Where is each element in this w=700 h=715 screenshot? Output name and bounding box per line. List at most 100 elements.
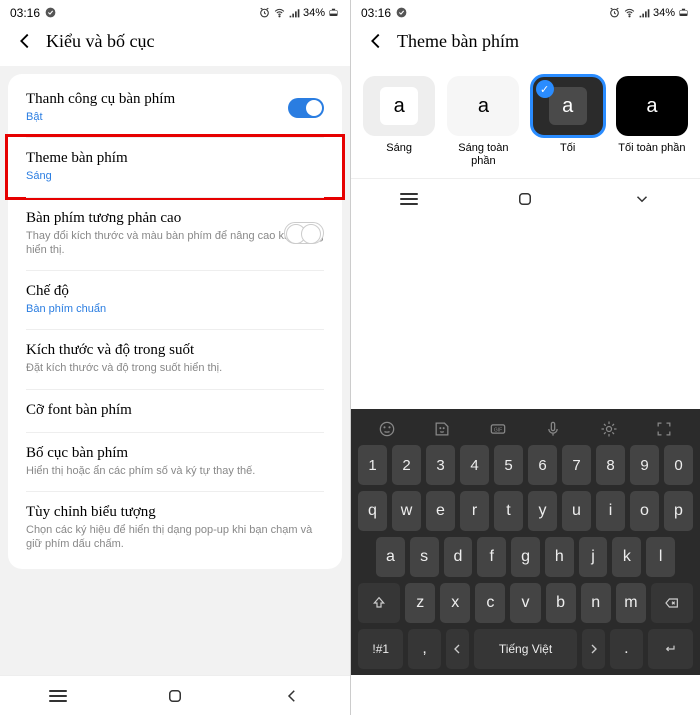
keyboard-row-1: q w e r t y u i o p (358, 491, 693, 531)
sticker-icon[interactable] (432, 419, 452, 439)
key-lang-next[interactable] (582, 629, 605, 669)
keyboard-row-3: z x c v b n m (358, 583, 693, 623)
key-p[interactable]: p (664, 491, 693, 531)
key-dot[interactable]: . (610, 629, 642, 669)
header: Kiểu và bố cục (0, 22, 350, 66)
key-2[interactable]: 2 (392, 445, 421, 485)
nav-home[interactable] (166, 687, 184, 705)
key-3[interactable]: 3 (426, 445, 455, 485)
row-keyboard-layout[interactable]: Bố cục bàn phím Hiển thị hoặc ẩn các phí… (8, 432, 342, 491)
key-7[interactable]: 7 (562, 445, 591, 485)
key-symbols[interactable]: !#1 (358, 629, 403, 669)
key-9[interactable]: 9 (630, 445, 659, 485)
battery-icon (327, 6, 340, 19)
key-y[interactable]: y (528, 491, 557, 531)
key-n[interactable]: n (581, 583, 611, 623)
key-f[interactable]: f (477, 537, 506, 577)
key-i[interactable]: i (596, 491, 625, 531)
wifi-icon (623, 6, 636, 19)
key-c[interactable]: c (475, 583, 505, 623)
key-j[interactable]: j (579, 537, 608, 577)
emoji-icon[interactable] (377, 419, 397, 439)
key-w[interactable]: w (392, 491, 421, 531)
check-icon: ✓ (536, 80, 554, 98)
back-button[interactable] (365, 30, 387, 52)
theme-light[interactable]: a Sáng (361, 76, 437, 168)
key-comma[interactable]: , (408, 629, 440, 669)
key-1[interactable]: 1 (358, 445, 387, 485)
status-bar: 03:16 34% (351, 0, 700, 22)
key-t[interactable]: t (494, 491, 523, 531)
key-e[interactable]: e (426, 491, 455, 531)
row-font-size[interactable]: Cỡ font bàn phím (8, 389, 342, 432)
theme-dark-full[interactable]: a Tối toàn phần (614, 76, 690, 168)
checkmark-icon (395, 6, 408, 19)
expand-icon[interactable] (654, 419, 674, 439)
nav-home[interactable] (516, 190, 534, 208)
theme-light-full[interactable]: a Sáng toàn phần (445, 76, 521, 168)
key-d[interactable]: d (444, 537, 473, 577)
row-mode[interactable]: Chế độ Bàn phím chuẩn (8, 270, 342, 329)
nav-recent[interactable] (49, 690, 67, 702)
battery-icon (677, 6, 690, 19)
key-h[interactable]: h (545, 537, 574, 577)
key-enter[interactable] (648, 629, 693, 669)
nav-keyboard-hide[interactable] (633, 190, 651, 208)
keyboard-row-4: !#1 , Tiếng Việt . (358, 629, 693, 669)
key-8[interactable]: 8 (596, 445, 625, 485)
key-s[interactable]: s (410, 537, 439, 577)
key-z[interactable]: z (405, 583, 435, 623)
row-customize-symbols[interactable]: Tùy chỉnh biểu tượng Chọn các ký hiệu để… (8, 491, 342, 565)
row-keyboard-theme[interactable]: Theme bàn phím Sáng (5, 134, 345, 199)
keyboard-theme-screen: 03:16 34% Theme bàn phím a Sáng a Sáng t… (350, 0, 700, 715)
key-6[interactable]: 6 (528, 445, 557, 485)
key-u[interactable]: u (562, 491, 591, 531)
key-lang-prev[interactable] (446, 629, 469, 669)
key-5[interactable]: 5 (494, 445, 523, 485)
keyboard-preview: GIF 1 2 3 4 5 6 7 8 9 0 q w e r (351, 409, 700, 675)
key-a[interactable]: a (376, 537, 405, 577)
key-q[interactable]: q (358, 491, 387, 531)
nav-back[interactable] (283, 687, 301, 705)
nav-recent[interactable] (400, 193, 418, 205)
key-x[interactable]: x (440, 583, 470, 623)
status-bar: 03:16 34% (0, 0, 350, 22)
key-k[interactable]: k (612, 537, 641, 577)
row-high-contrast[interactable]: Bàn phím tương phản cao Thay đổi kích th… (8, 197, 342, 271)
key-b[interactable]: b (546, 583, 576, 623)
key-space[interactable]: Tiếng Việt (474, 629, 578, 669)
key-0[interactable]: 0 (664, 445, 693, 485)
keyboard-row-numbers: 1 2 3 4 5 6 7 8 9 0 (358, 445, 693, 485)
page-title: Kiểu và bố cục (46, 31, 154, 52)
gif-icon[interactable]: GIF (488, 419, 508, 439)
checkmark-icon (44, 6, 57, 19)
key-g[interactable]: g (511, 537, 540, 577)
key-o[interactable]: o (630, 491, 659, 531)
theme-dark[interactable]: ✓ a Tối (530, 76, 606, 168)
settings-style-screen: 03:16 34% Kiểu và bố cục Thanh công cụ b… (0, 0, 350, 715)
battery-text: 34% (653, 7, 675, 19)
key-m[interactable]: m (616, 583, 646, 623)
key-backspace[interactable] (651, 583, 693, 623)
header: Theme bàn phím (351, 22, 700, 66)
mic-icon[interactable] (543, 419, 563, 439)
svg-text:GIF: GIF (494, 428, 502, 434)
row-keyboard-toolbar[interactable]: Thanh công cụ bàn phím Bật (8, 78, 342, 137)
nav-bar (351, 178, 700, 218)
key-r[interactable]: r (460, 491, 489, 531)
back-button[interactable] (14, 30, 36, 52)
key-shift[interactable] (358, 583, 400, 623)
theme-grid: a Sáng a Sáng toàn phần ✓ a Tối a Tối to… (351, 66, 700, 178)
settings-icon[interactable] (599, 419, 619, 439)
key-v[interactable]: v (510, 583, 540, 623)
toggle-off[interactable] (284, 222, 324, 244)
alarm-icon (608, 6, 621, 19)
status-time: 03:16 (10, 6, 40, 20)
keyboard-toolbar: GIF (355, 413, 696, 445)
signal-icon (638, 6, 651, 19)
key-l[interactable]: l (646, 537, 675, 577)
alarm-icon (258, 6, 271, 19)
toggle-on[interactable] (288, 98, 324, 118)
row-size-transparency[interactable]: Kích thước và độ trong suốt Đặt kích thư… (8, 329, 342, 388)
key-4[interactable]: 4 (460, 445, 489, 485)
